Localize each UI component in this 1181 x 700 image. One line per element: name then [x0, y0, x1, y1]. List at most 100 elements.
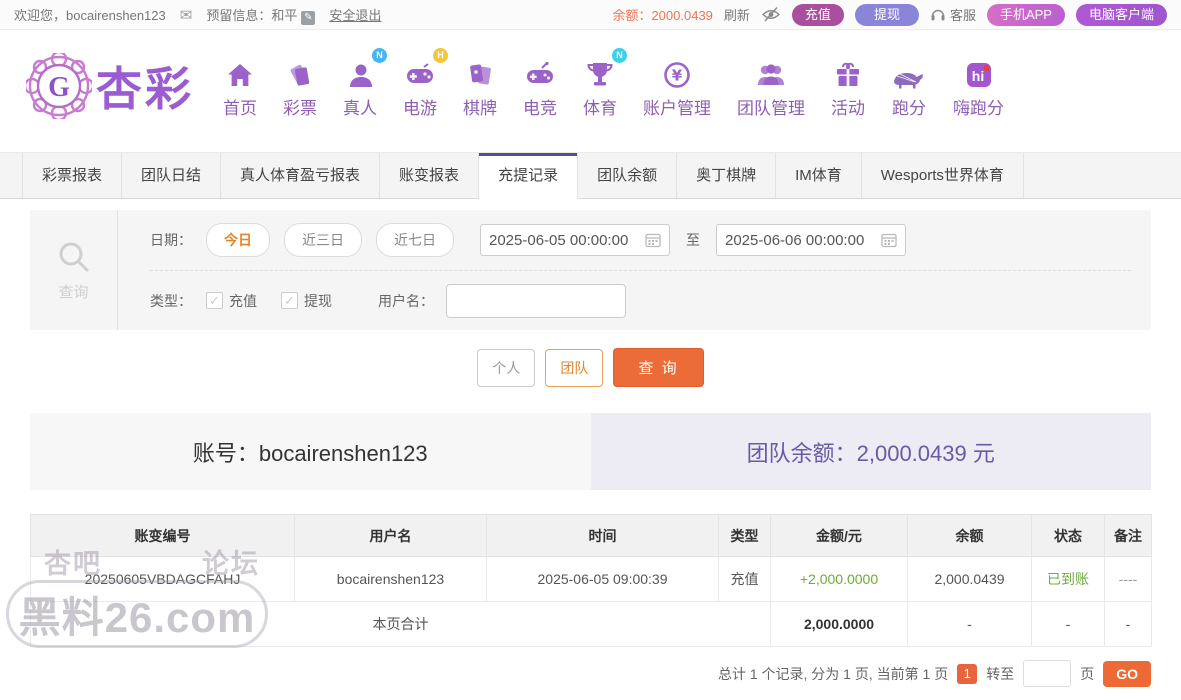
- tab-lottery-report[interactable]: 彩票报表: [22, 153, 123, 198]
- date-to-input[interactable]: [725, 231, 875, 249]
- cell-remark: ----: [1104, 556, 1152, 602]
- checkbox-recharge[interactable]: ✓: [206, 292, 223, 309]
- logout-link[interactable]: 安全退出: [329, 5, 381, 24]
- account-summary-bar: 账号：bocairenshen123 团队余额：2,000.0439 元: [30, 413, 1151, 490]
- range-3days-button[interactable]: 近三日: [284, 223, 362, 257]
- customer-service[interactable]: 客服: [930, 5, 976, 24]
- reserved-info-text: 预留信息：和平 ✎: [206, 5, 316, 25]
- nav-label: 团队管理: [737, 98, 805, 118]
- calendar-icon[interactable]: [881, 232, 897, 248]
- checkbox-recharge-label[interactable]: 充值: [229, 291, 257, 311]
- date-from-input[interactable]: [489, 231, 639, 249]
- tab-account-changes[interactable]: 账变报表: [380, 153, 480, 198]
- col-remark: 备注: [1104, 514, 1152, 557]
- filter-panel: 查询 日期： 今日 近三日 近七日 至: [30, 210, 1151, 330]
- username-input[interactable]: [446, 283, 626, 318]
- logo-text: 杏彩: [96, 63, 194, 115]
- new-badge: N: [372, 47, 387, 63]
- logo-emblem-icon: G: [26, 53, 92, 119]
- nav-item-egames[interactable]: H 电游: [390, 47, 450, 119]
- nav-label: 电竞: [523, 98, 557, 118]
- go-button[interactable]: GO: [1103, 660, 1151, 687]
- mobile-app-button[interactable]: 手机APP: [986, 3, 1065, 26]
- col-username: 用户名: [294, 514, 487, 557]
- refresh-link[interactable]: 刷新: [724, 5, 750, 24]
- team-button[interactable]: 团队: [545, 348, 604, 387]
- personal-button[interactable]: 个人: [477, 348, 536, 387]
- team-manage-icon: [758, 63, 784, 85]
- edit-pencil-icon[interactable]: ✎: [301, 10, 316, 25]
- nav-label: 活动: [831, 98, 865, 118]
- slot-games-icon: [407, 62, 433, 83]
- query-button[interactable]: 查 询: [613, 348, 704, 387]
- tab-deposit-withdraw-records[interactable]: 充提记录: [479, 153, 579, 199]
- records-table: 账变编号 用户名 时间 类型 金额/元 余额 状态 备注 20250605VBD…: [30, 514, 1152, 647]
- cards-icon: [470, 64, 491, 85]
- nav-item-cards[interactable]: 棋牌: [450, 54, 510, 119]
- checkbox-withdraw-label[interactable]: 提现: [304, 291, 332, 311]
- tab-team-balance[interactable]: 团队余额: [578, 153, 678, 198]
- query-side-label: 查询: [58, 284, 89, 301]
- range-7days-button[interactable]: 近七日: [376, 223, 454, 257]
- new-badge: N: [612, 47, 627, 63]
- eye-slash-icon[interactable]: [761, 6, 781, 23]
- col-amount: 金额/元: [770, 514, 908, 557]
- headset-icon: [931, 9, 945, 21]
- account-manage-icon: ¥: [664, 61, 690, 88]
- tab-odin-cards[interactable]: 奥丁棋牌: [677, 153, 777, 198]
- tab-live-sports-pl[interactable]: 真人体育盈亏报表: [221, 153, 381, 198]
- message-envelope-icon[interactable]: ✉: [180, 6, 193, 24]
- date-filter-row: 日期： 今日 近三日 近七日 至: [150, 210, 1131, 270]
- nav-item-sports[interactable]: N 体育: [570, 47, 630, 119]
- site-logo[interactable]: G 杏彩: [26, 53, 194, 119]
- col-status: 状态: [1031, 514, 1105, 557]
- nav-item-live[interactable]: N 真人: [330, 47, 390, 119]
- col-time: 时间: [486, 514, 719, 557]
- checkbox-withdraw[interactable]: ✓: [281, 292, 298, 309]
- cell-status: 已到账: [1031, 556, 1105, 602]
- hot-badge: H: [433, 47, 448, 63]
- topbar: 欢迎您，bocairenshen123 ✉ 预留信息：和平 ✎ 安全退出 余额：2…: [0, 0, 1181, 30]
- current-page-badge[interactable]: 1: [957, 663, 978, 684]
- welcome-text: 欢迎您，bocairenshen123: [14, 8, 166, 23]
- svg-text:¥: ¥: [672, 66, 683, 84]
- withdraw-button[interactable]: 提现: [854, 3, 919, 26]
- recharge-button[interactable]: 充值: [791, 3, 844, 26]
- nav-item-esports[interactable]: 电竞: [510, 54, 570, 119]
- cell-amount: +2,000.0000: [770, 556, 908, 602]
- nav-item-account-manage[interactable]: ¥ 账户管理: [630, 54, 724, 119]
- nav-label: 电游: [403, 98, 437, 118]
- sports-icon: [587, 62, 613, 85]
- col-balance: 余额: [907, 514, 1032, 557]
- nav-label: 真人: [343, 98, 377, 118]
- home-icon: [228, 63, 252, 86]
- svg-text:hi: hi: [971, 68, 983, 84]
- site-header: G 杏彩 首页 彩票 N 真人 H 电游 棋牌 电竞 N 体育 ¥ 账户管理 团…: [0, 30, 1181, 142]
- tab-team-daily[interactable]: 团队日结: [122, 153, 222, 198]
- nav-label: 首页: [223, 98, 257, 118]
- esports-icon: [527, 61, 553, 83]
- summary-label: 本页合计: [30, 601, 771, 647]
- reserved-info-label: 预留信息：和平: [206, 7, 298, 23]
- filter-main: 日期： 今日 近三日 近七日 至: [118, 210, 1151, 330]
- pc-client-button[interactable]: 电脑客户端: [1075, 3, 1167, 26]
- tab-wesports[interactable]: Wesports世界体育: [862, 153, 1024, 198]
- nav-item-lottery[interactable]: 彩票: [270, 54, 330, 119]
- live-person-icon: [350, 64, 372, 87]
- nav-item-promotions[interactable]: 活动: [818, 54, 878, 119]
- rhino-icon: [894, 72, 923, 88]
- range-today-button[interactable]: 今日: [206, 223, 270, 257]
- nav-item-hi-paofen[interactable]: hi 嗨跑分: [940, 54, 1017, 119]
- tab-im-sports[interactable]: IM体育: [776, 153, 862, 198]
- lottery-icon: [290, 64, 310, 86]
- calendar-icon[interactable]: [645, 232, 661, 248]
- nav-label: 账户管理: [643, 98, 711, 118]
- cell-change-id: 20250605VBDAGCFAHJ: [30, 556, 295, 602]
- nav-item-paofen[interactable]: 跑分: [878, 54, 940, 119]
- table-summary-row: 本页合计 2,000.0000 - - -: [30, 601, 1152, 647]
- nav-item-home[interactable]: 首页: [210, 54, 270, 119]
- goto-page-input[interactable]: [1023, 660, 1072, 687]
- cell-time: 2025-06-05 09:00:39: [486, 556, 719, 602]
- summary-remark: -: [1104, 601, 1152, 647]
- nav-item-team-manage[interactable]: 团队管理: [724, 54, 818, 119]
